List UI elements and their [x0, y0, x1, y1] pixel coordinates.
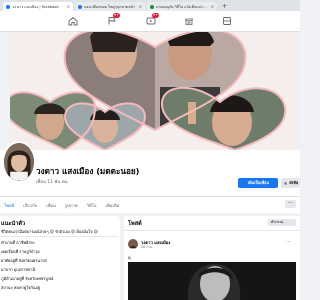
cover-photo-collage [10, 32, 300, 150]
facebook-top-bar: 9+ 9+ [0, 11, 300, 32]
intro-title: แนะนำตัว [1, 221, 26, 227]
home-icon[interactable] [67, 15, 78, 26]
intro-from: มาจาก อุบลราชธานี [1, 267, 36, 272]
post-text: ดุ [128, 255, 131, 260]
browser-tab-3[interactable]: เกมผจญภัย วิดีโอ แจ้งเตือนน่าดูเล่น × [147, 2, 217, 11]
post-more-icon[interactable]: ··· [286, 239, 294, 245]
add-friend-button[interactable]: 👤 เพิ่มเป็นเพื่อน [238, 178, 278, 188]
friend-count[interactable]: เพื่อน 11 พัน คน [36, 178, 68, 185]
message-button[interactable]: ✉ ส่งข้อ [281, 178, 300, 188]
new-tab-button[interactable]: + [219, 3, 230, 11]
intro-lives-in: อาศัยอยู่ที่ จังหวัดนครนายก [1, 258, 47, 263]
post-photo[interactable] [128, 262, 296, 300]
close-tab-icon[interactable]: × [211, 4, 214, 9]
friends-icon[interactable]: 9+ [106, 13, 120, 26]
profile-avatar-photo [4, 143, 34, 181]
cover-photo[interactable] [10, 32, 300, 150]
tab-videos[interactable]: วิดีโอ [87, 202, 97, 209]
sheets-favicon-icon [150, 4, 154, 9]
add-friend-icon: 👤 [241, 180, 246, 186]
more-options-button[interactable]: ··· [285, 200, 296, 208]
divider [124, 230, 300, 231]
post-photo-image [128, 262, 296, 300]
intro-work: ทำงานที่ อาชีพอิสระ [1, 240, 35, 245]
profile-tabs: โพสต์ เกี่ยวกับ เพื่อน รูปภาพ วิดีโอ เพิ… [0, 196, 300, 213]
add-friend-label: เพิ่มเป็นเพื่อน [247, 180, 270, 185]
browser-tab-label: กองเปลือกหอย ใหญ่ๆบุกหาดหน้า [84, 4, 136, 9]
watch-icon[interactable]: 9+ [145, 13, 159, 26]
browser-tab-label: เกมผจญภัย วิดีโอ แจ้งเตือนน่าดูเล่น [156, 4, 209, 9]
facebook-favicon-icon [6, 4, 10, 9]
marketplace-icon[interactable] [183, 15, 194, 26]
messenger-icon: ✉ [284, 180, 288, 186]
posts-title: โพสต์ [128, 221, 142, 227]
browser-tab-1[interactable]: วง ดาว แสงเมือง | Facebook × [3, 2, 73, 11]
close-tab-icon[interactable]: × [67, 4, 70, 9]
message-label: ส่งข้อ [289, 180, 299, 185]
browser-tab-2[interactable]: กองเปลือกหอย ใหญ่ๆบุกหาดหน้า × [75, 2, 145, 11]
post-date[interactable]: 20 ก.ย. [141, 245, 153, 250]
profile-avatar[interactable] [2, 141, 36, 183]
browser-tab-strip: วง ดาว แสงเมือง | Facebook × กองเปลือกหอ… [0, 0, 300, 11]
tab-friends[interactable]: เพื่อน [46, 202, 56, 209]
intro-card: แนะนำตัว ชีวิตคนเรามีแต่อารมณ์สวยๆ 😍 รัก… [0, 216, 120, 300]
intro-hometown: ภูมิลำเนาอยู่ที่ จังหวัดเพชรบูรณ์ [1, 276, 54, 281]
intro-education: เคยเรียนที่ ราษฎร์บำรุง [1, 249, 40, 254]
tab-posts[interactable]: โพสต์ [4, 202, 14, 209]
intro-bio: ชีวิตคนเรามีแต่อารมณ์สวยๆ 😍 รักตัวเอง 😍 … [1, 229, 98, 234]
notification-badge: 9+ [152, 13, 159, 18]
browser-tab-label: วง ดาว แสงเมือง | Facebook [12, 4, 59, 9]
tab-photos[interactable]: รูปภาพ [65, 202, 78, 209]
notification-badge: 9+ [113, 13, 120, 18]
groups-icon[interactable] [221, 15, 232, 26]
facebook-favicon-icon [78, 4, 82, 9]
profile-name: วงดาว แสงเมือง (มดตะนอย) [36, 166, 140, 176]
intro-relationship: สถานะ คบหาดูใจกันอยู่ [1, 285, 41, 290]
post-author-avatar[interactable] [128, 239, 138, 249]
tab-more[interactable]: เพิ่มเติม [105, 202, 119, 209]
filter-button[interactable]: ตัวกรอง [268, 219, 296, 226]
tab-about[interactable]: เกี่ยวกับ [23, 202, 37, 209]
divider [1, 236, 118, 237]
close-tab-icon[interactable]: × [139, 4, 142, 9]
